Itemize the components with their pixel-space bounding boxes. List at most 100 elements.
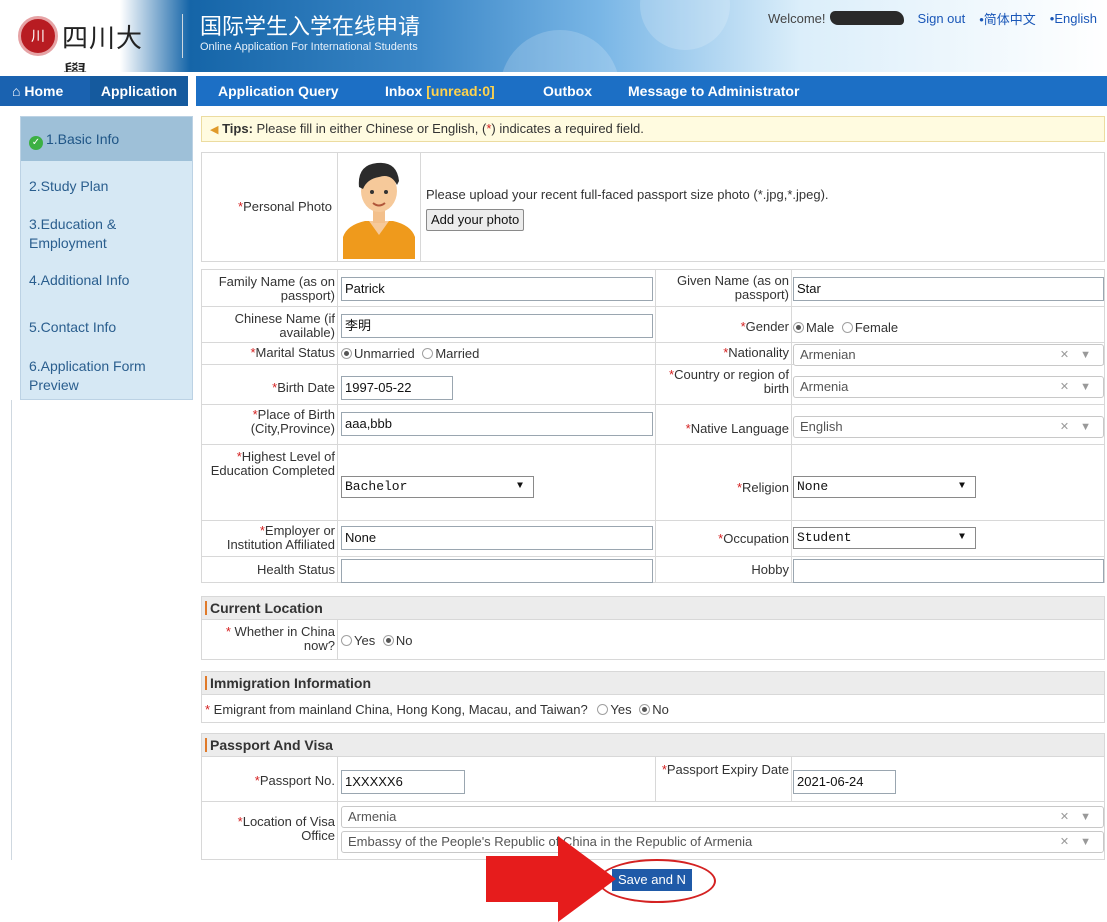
education-select[interactable]: Bachelor ▼ bbox=[341, 476, 534, 498]
given-name-label: Given Name (as on passport) bbox=[677, 273, 789, 302]
emigrant-yes-radio[interactable] bbox=[597, 704, 609, 715]
birth-date-label: *Birth Date bbox=[272, 380, 335, 395]
hobby-label: Hobby bbox=[751, 562, 789, 577]
clear-chevron-icon[interactable]: ✕ ▼ bbox=[1060, 417, 1095, 437]
gender-female-radio[interactable] bbox=[841, 322, 853, 333]
university-name: 四川大學 bbox=[62, 24, 144, 72]
university-seal-icon: 川 bbox=[18, 16, 58, 56]
visa-country-select[interactable]: Armenia ✕ ▼ bbox=[341, 806, 1104, 828]
chinese-name-input[interactable]: 李明 bbox=[341, 314, 653, 338]
sidebar-step-form-preview[interactable]: 6.Application Form Preview bbox=[21, 357, 186, 395]
employer-input[interactable]: None bbox=[341, 526, 653, 550]
photo-instructions: Please upload your recent full-faced pas… bbox=[426, 187, 829, 202]
current-location-header: Current Location bbox=[201, 596, 1105, 620]
nav-inbox[interactable]: Inbox [unread:0] bbox=[385, 76, 495, 106]
religion-select[interactable]: None ▼ bbox=[793, 476, 976, 498]
photo-preview bbox=[341, 155, 417, 259]
family-name-input[interactable]: Patrick bbox=[341, 277, 653, 301]
avatar-placeholder-icon bbox=[341, 155, 417, 259]
emigrant-no-radio[interactable] bbox=[639, 704, 651, 715]
immigration-section: * Emigrant from mainland China, Hong Kon… bbox=[201, 694, 1105, 723]
given-name-input[interactable]: Star bbox=[793, 277, 1104, 301]
nav-message-admin[interactable]: Message to Administrator bbox=[628, 76, 799, 106]
visa-office-select[interactable]: Embassy of the People's Republic of Chin… bbox=[341, 831, 1104, 853]
header-decoration bbox=[640, 0, 730, 50]
passport-visa-header: Passport And Visa bbox=[201, 733, 1105, 757]
nationality-label: *Nationality bbox=[723, 345, 789, 360]
passport-expiry-input[interactable]: 2021-06-24 bbox=[793, 770, 896, 794]
user-bar: Welcome! Sign out •简体中文 •English bbox=[768, 9, 1097, 28]
passport-expiry-label: *Passport Expiry Date bbox=[661, 762, 789, 777]
emigrant-question: * Emigrant from mainland China, Hong Kon… bbox=[205, 702, 669, 717]
clear-chevron-icon[interactable]: ✕ ▼ bbox=[1060, 832, 1095, 852]
birth-country-label: *Country or region of birth bbox=[669, 367, 789, 396]
application-steps-sidebar: ✓ 1.Basic Info 2.Study Plan 3.Education &… bbox=[20, 116, 193, 400]
religion-label: *Religion bbox=[736, 480, 789, 495]
redacted-username bbox=[829, 11, 904, 25]
annotation-arrow-icon bbox=[486, 836, 616, 922]
university-logo[interactable]: 川 四川大學 bbox=[18, 14, 168, 72]
sidebar-step-basic-info[interactable]: ✓ 1.Basic Info bbox=[21, 117, 192, 161]
photo-label: *Personal Photo bbox=[238, 199, 332, 214]
nav-outbox[interactable]: Outbox bbox=[543, 76, 592, 106]
birth-country-select[interactable]: Armenia ✕ ▼ bbox=[793, 376, 1104, 398]
nav-application-query[interactable]: Application Query bbox=[218, 76, 339, 106]
marital-radio-group: Unmarried Married bbox=[341, 346, 479, 361]
employer-label: *Employer or Institution Affiliated bbox=[226, 523, 335, 552]
in-china-no-radio[interactable] bbox=[382, 635, 394, 646]
nationality-select[interactable]: Armenian ✕ ▼ bbox=[793, 344, 1104, 366]
sidebar-step-education[interactable]: 3.Education & Employment bbox=[21, 215, 151, 253]
gender-male-radio[interactable] bbox=[793, 322, 804, 333]
birth-date-input[interactable]: 1997-05-22 bbox=[341, 376, 453, 400]
passport-number-input[interactable]: 1XXXXX6 bbox=[341, 770, 465, 794]
add-photo-button[interactable]: Add your photo bbox=[426, 209, 525, 231]
health-status-label: Health Status bbox=[256, 562, 335, 577]
clear-chevron-icon[interactable]: ✕ ▼ bbox=[1060, 345, 1095, 365]
page-header: 川 四川大學 国际学生入学在线申请 Online Application For… bbox=[0, 0, 1107, 72]
occupation-select[interactable]: Student ▼ bbox=[793, 527, 976, 549]
family-name-label: Family Name (as on passport) bbox=[218, 274, 335, 303]
header-divider bbox=[182, 14, 183, 58]
passport-number-label: *Passport No. bbox=[254, 773, 335, 788]
tips-banner: ◀ Tips: Please fill in either Chinese or… bbox=[201, 116, 1105, 142]
clear-chevron-icon[interactable]: ✕ ▼ bbox=[1060, 377, 1095, 397]
in-china-label: * Whether in China now? bbox=[225, 624, 335, 653]
main-navigation: ⌂ Home Application Application Query Inb… bbox=[0, 76, 1107, 106]
language-english-link[interactable]: •English bbox=[1050, 11, 1097, 26]
sign-out-link[interactable]: Sign out bbox=[918, 11, 966, 26]
marital-unmarried-radio[interactable] bbox=[341, 348, 352, 359]
sidebar-step-study-plan[interactable]: 2.Study Plan bbox=[21, 177, 192, 196]
check-icon: ✓ bbox=[29, 136, 43, 150]
welcome-text: Welcome! bbox=[768, 11, 904, 26]
photo-section: *Personal Photo Please upload your recen… bbox=[201, 152, 1105, 262]
in-china-yes-radio[interactable] bbox=[341, 635, 352, 646]
birth-place-input[interactable]: aaa,bbb bbox=[341, 412, 653, 436]
chevron-down-icon: ▼ bbox=[958, 532, 965, 543]
sidebar-step-contact-info[interactable]: 5.Contact Info bbox=[21, 318, 192, 337]
current-location-section: * Whether in China now? Yes No bbox=[201, 619, 1105, 660]
sidebar-step-additional-info[interactable]: 4.Additional Info bbox=[21, 271, 192, 290]
passport-visa-section: *Passport No. 1XXXXX6 *Passport Expiry D… bbox=[201, 756, 1105, 860]
language-chinese-link[interactable]: •简体中文 bbox=[979, 9, 1036, 28]
marital-married-radio[interactable] bbox=[422, 348, 434, 359]
immigration-header: Immigration Information bbox=[201, 671, 1105, 695]
native-language-label: *Native Language bbox=[685, 421, 789, 436]
visa-office-label: *Location of Visa Office bbox=[237, 814, 335, 843]
page-left-border bbox=[11, 400, 12, 860]
marital-status-label: *Marital Status bbox=[250, 345, 335, 360]
birth-place-label: *Place of Birth (City,Province) bbox=[250, 407, 335, 436]
inbox-unread-count: [unread:0] bbox=[426, 83, 495, 99]
gender-radio-group: Male Female bbox=[793, 320, 898, 335]
chevron-down-icon: ▼ bbox=[516, 481, 523, 492]
native-language-select[interactable]: English ✕ ▼ bbox=[793, 416, 1104, 438]
nav-home[interactable]: ⌂ Home bbox=[0, 76, 90, 106]
site-title-chinese: 国际学生入学在线申请 bbox=[200, 14, 421, 39]
speaker-icon: ◀ bbox=[210, 124, 219, 136]
tips-label: Tips: bbox=[222, 121, 253, 136]
hobby-input[interactable] bbox=[793, 559, 1104, 583]
clear-chevron-icon[interactable]: ✕ ▼ bbox=[1060, 807, 1095, 827]
home-icon: ⌂ bbox=[12, 83, 21, 99]
nav-application[interactable]: Application bbox=[90, 76, 188, 106]
gender-label: *Gender bbox=[740, 319, 789, 334]
health-status-input[interactable] bbox=[341, 559, 653, 583]
